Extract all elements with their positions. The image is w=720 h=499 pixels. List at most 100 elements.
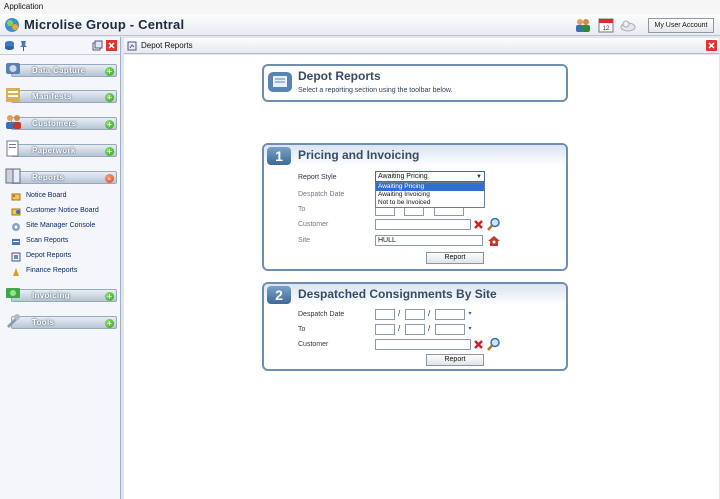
depot-reports-tab-icon xyxy=(127,41,137,51)
expand-icon[interactable]: + xyxy=(105,93,114,102)
expand-icon[interactable]: + xyxy=(105,292,114,301)
nav-section-manifests[interactable]: Manifests + xyxy=(3,85,117,107)
depot-reports-book-icon xyxy=(268,72,292,92)
database-icon[interactable] xyxy=(4,40,15,51)
nav-section-reports[interactable]: Reports - xyxy=(3,166,117,188)
dropdown-option[interactable]: Awaiting Invoicing xyxy=(376,191,484,199)
calendar-dropdown-icon[interactable]: ▾ xyxy=(466,324,474,335)
despatched-report-button[interactable]: Report xyxy=(426,354,484,366)
nav-section-customers[interactable]: Customers + xyxy=(3,112,117,134)
collapse-icon[interactable]: - xyxy=(105,174,114,183)
date-separator: / xyxy=(398,309,401,318)
search-customer-icon[interactable] xyxy=(487,217,501,231)
manifests-icon xyxy=(6,88,20,102)
pin-icon[interactable] xyxy=(18,40,29,51)
dropdown-option[interactable]: Awaiting Pricing xyxy=(376,183,484,191)
despatch-from-month-input[interactable] xyxy=(405,309,425,320)
date-separator: / xyxy=(428,309,431,318)
window-restore-icon[interactable] xyxy=(92,40,103,51)
tab-label: Depot Reports xyxy=(141,41,193,50)
customer-label: Customer xyxy=(298,221,329,228)
sidebar-item-scan-reports[interactable]: Scan Reports xyxy=(8,235,118,249)
report-style-dropdown: Awaiting Pricing Awaiting Invoicing Not … xyxy=(375,182,485,208)
calendar-icon[interactable]: 12 xyxy=(597,16,615,34)
tools-icon xyxy=(7,314,20,328)
reports-icon xyxy=(5,168,21,184)
sidebar-item-label: Finance Reports xyxy=(26,267,78,274)
section-number-badge: 2 xyxy=(267,286,291,304)
nav-section-paperwork[interactable]: Paperwork + xyxy=(3,139,117,161)
brand-title: Microlise Group - Central xyxy=(24,17,185,32)
sidebar-toolbar xyxy=(0,37,120,55)
nav-section-label: Paperwork xyxy=(32,146,76,155)
app-header: Microlise Group - Central 12 My User Acc… xyxy=(0,14,720,36)
sidebar-item-depot-reports[interactable]: Depot Reports xyxy=(8,250,118,264)
despatched-title: Despatched Consignments By Site xyxy=(298,287,497,301)
site-lookup-icon[interactable] xyxy=(487,234,501,247)
site-input[interactable]: HULL xyxy=(375,235,483,246)
nav-section-invoicing[interactable]: Invoicing + xyxy=(3,284,117,306)
dropdown-option[interactable]: Not to be Invoiced xyxy=(376,199,484,207)
site-manager-console-icon xyxy=(12,223,20,231)
expand-icon[interactable]: + xyxy=(105,147,114,156)
chevron-down-icon: ▼ xyxy=(476,174,482,180)
expand-icon[interactable]: + xyxy=(105,67,114,76)
finance-reports-icon xyxy=(13,268,19,276)
clear-customer-icon[interactable] xyxy=(473,219,484,230)
sidebar-item-customer-notice-board[interactable]: Customer Notice Board xyxy=(8,205,118,219)
site-label: Site xyxy=(298,237,311,244)
sidebar-item-label: Scan Reports xyxy=(26,237,69,244)
despatch-to-day-input[interactable] xyxy=(375,324,395,335)
pricing-invoicing-card: 1 Pricing and Invoicing Report Style Awa… xyxy=(262,143,568,271)
despatch-date-label: Despatch Date xyxy=(298,191,345,198)
users-icon[interactable] xyxy=(574,16,592,34)
section-number-badge: 1 xyxy=(267,147,291,165)
sidebar-item-label: Site Manager Console xyxy=(26,222,96,229)
sidebar-item-site-manager-console[interactable]: Site Manager Console xyxy=(8,220,118,234)
scan-reports-icon xyxy=(12,239,20,245)
notice-board-icon xyxy=(11,193,21,201)
sidebar-item-label: Notice Board xyxy=(26,192,67,199)
nav-section-label: Tools xyxy=(32,318,55,327)
expand-icon[interactable]: + xyxy=(105,120,114,129)
date-separator: / xyxy=(398,324,401,333)
svg-text:12: 12 xyxy=(603,26,610,32)
data-capture-icon xyxy=(6,63,20,74)
intro-card: Depot Reports Select a reporting section… xyxy=(262,64,568,102)
sidebar-item-finance-reports[interactable]: Finance Reports xyxy=(8,265,118,279)
search-customer-icon[interactable] xyxy=(487,337,501,351)
despatch-to-year-input[interactable] xyxy=(435,324,465,335)
despatch-from-day-input[interactable] xyxy=(375,309,395,320)
invoicing-icon xyxy=(6,288,20,298)
my-user-account-button[interactable]: My User Account xyxy=(648,18,714,33)
nav-section-tools[interactable]: Tools + xyxy=(3,311,117,333)
clear-customer-icon[interactable] xyxy=(473,339,484,350)
customer-label: Customer xyxy=(298,341,329,348)
pricing-report-button[interactable]: Report xyxy=(426,252,484,264)
despatch-from-year-input[interactable] xyxy=(435,309,465,320)
close-icon[interactable] xyxy=(106,40,117,51)
sidebar-item-label: Customer Notice Board xyxy=(26,207,99,214)
pricing-customer-input[interactable] xyxy=(375,219,471,230)
main-content: Depot Reports Select a reporting section… xyxy=(124,55,719,499)
sidebar-item-label: Depot Reports xyxy=(26,252,72,259)
date-separator: / xyxy=(428,324,431,333)
to-label: To xyxy=(298,326,306,333)
despatch-date-label: Despatch Date xyxy=(298,311,345,318)
microlise-logo-icon xyxy=(5,18,19,32)
expand-icon[interactable]: + xyxy=(105,319,114,328)
despatched-consignments-card: 2 Despatched Consignments By Site Despat… xyxy=(262,282,568,371)
despatch-to-month-input[interactable] xyxy=(405,324,425,335)
window-title: Application xyxy=(0,0,720,14)
customer-notice-board-icon xyxy=(11,208,21,216)
cloud-refresh-icon[interactable] xyxy=(619,16,637,34)
depot-reports-icon xyxy=(11,252,21,262)
despatched-customer-input[interactable] xyxy=(375,339,471,350)
report-style-select[interactable]: Awaiting Pricing ▼ xyxy=(375,171,485,182)
sidebar-item-notice-board[interactable]: Notice Board xyxy=(8,190,118,204)
nav-section-data-capture[interactable]: Data Capture + xyxy=(3,59,117,81)
close-tab-icon[interactable] xyxy=(706,40,717,51)
tab-depot-reports[interactable]: Depot Reports xyxy=(124,38,719,54)
calendar-dropdown-icon[interactable]: ▾ xyxy=(466,309,474,320)
report-style-label: Report Style xyxy=(298,174,337,181)
